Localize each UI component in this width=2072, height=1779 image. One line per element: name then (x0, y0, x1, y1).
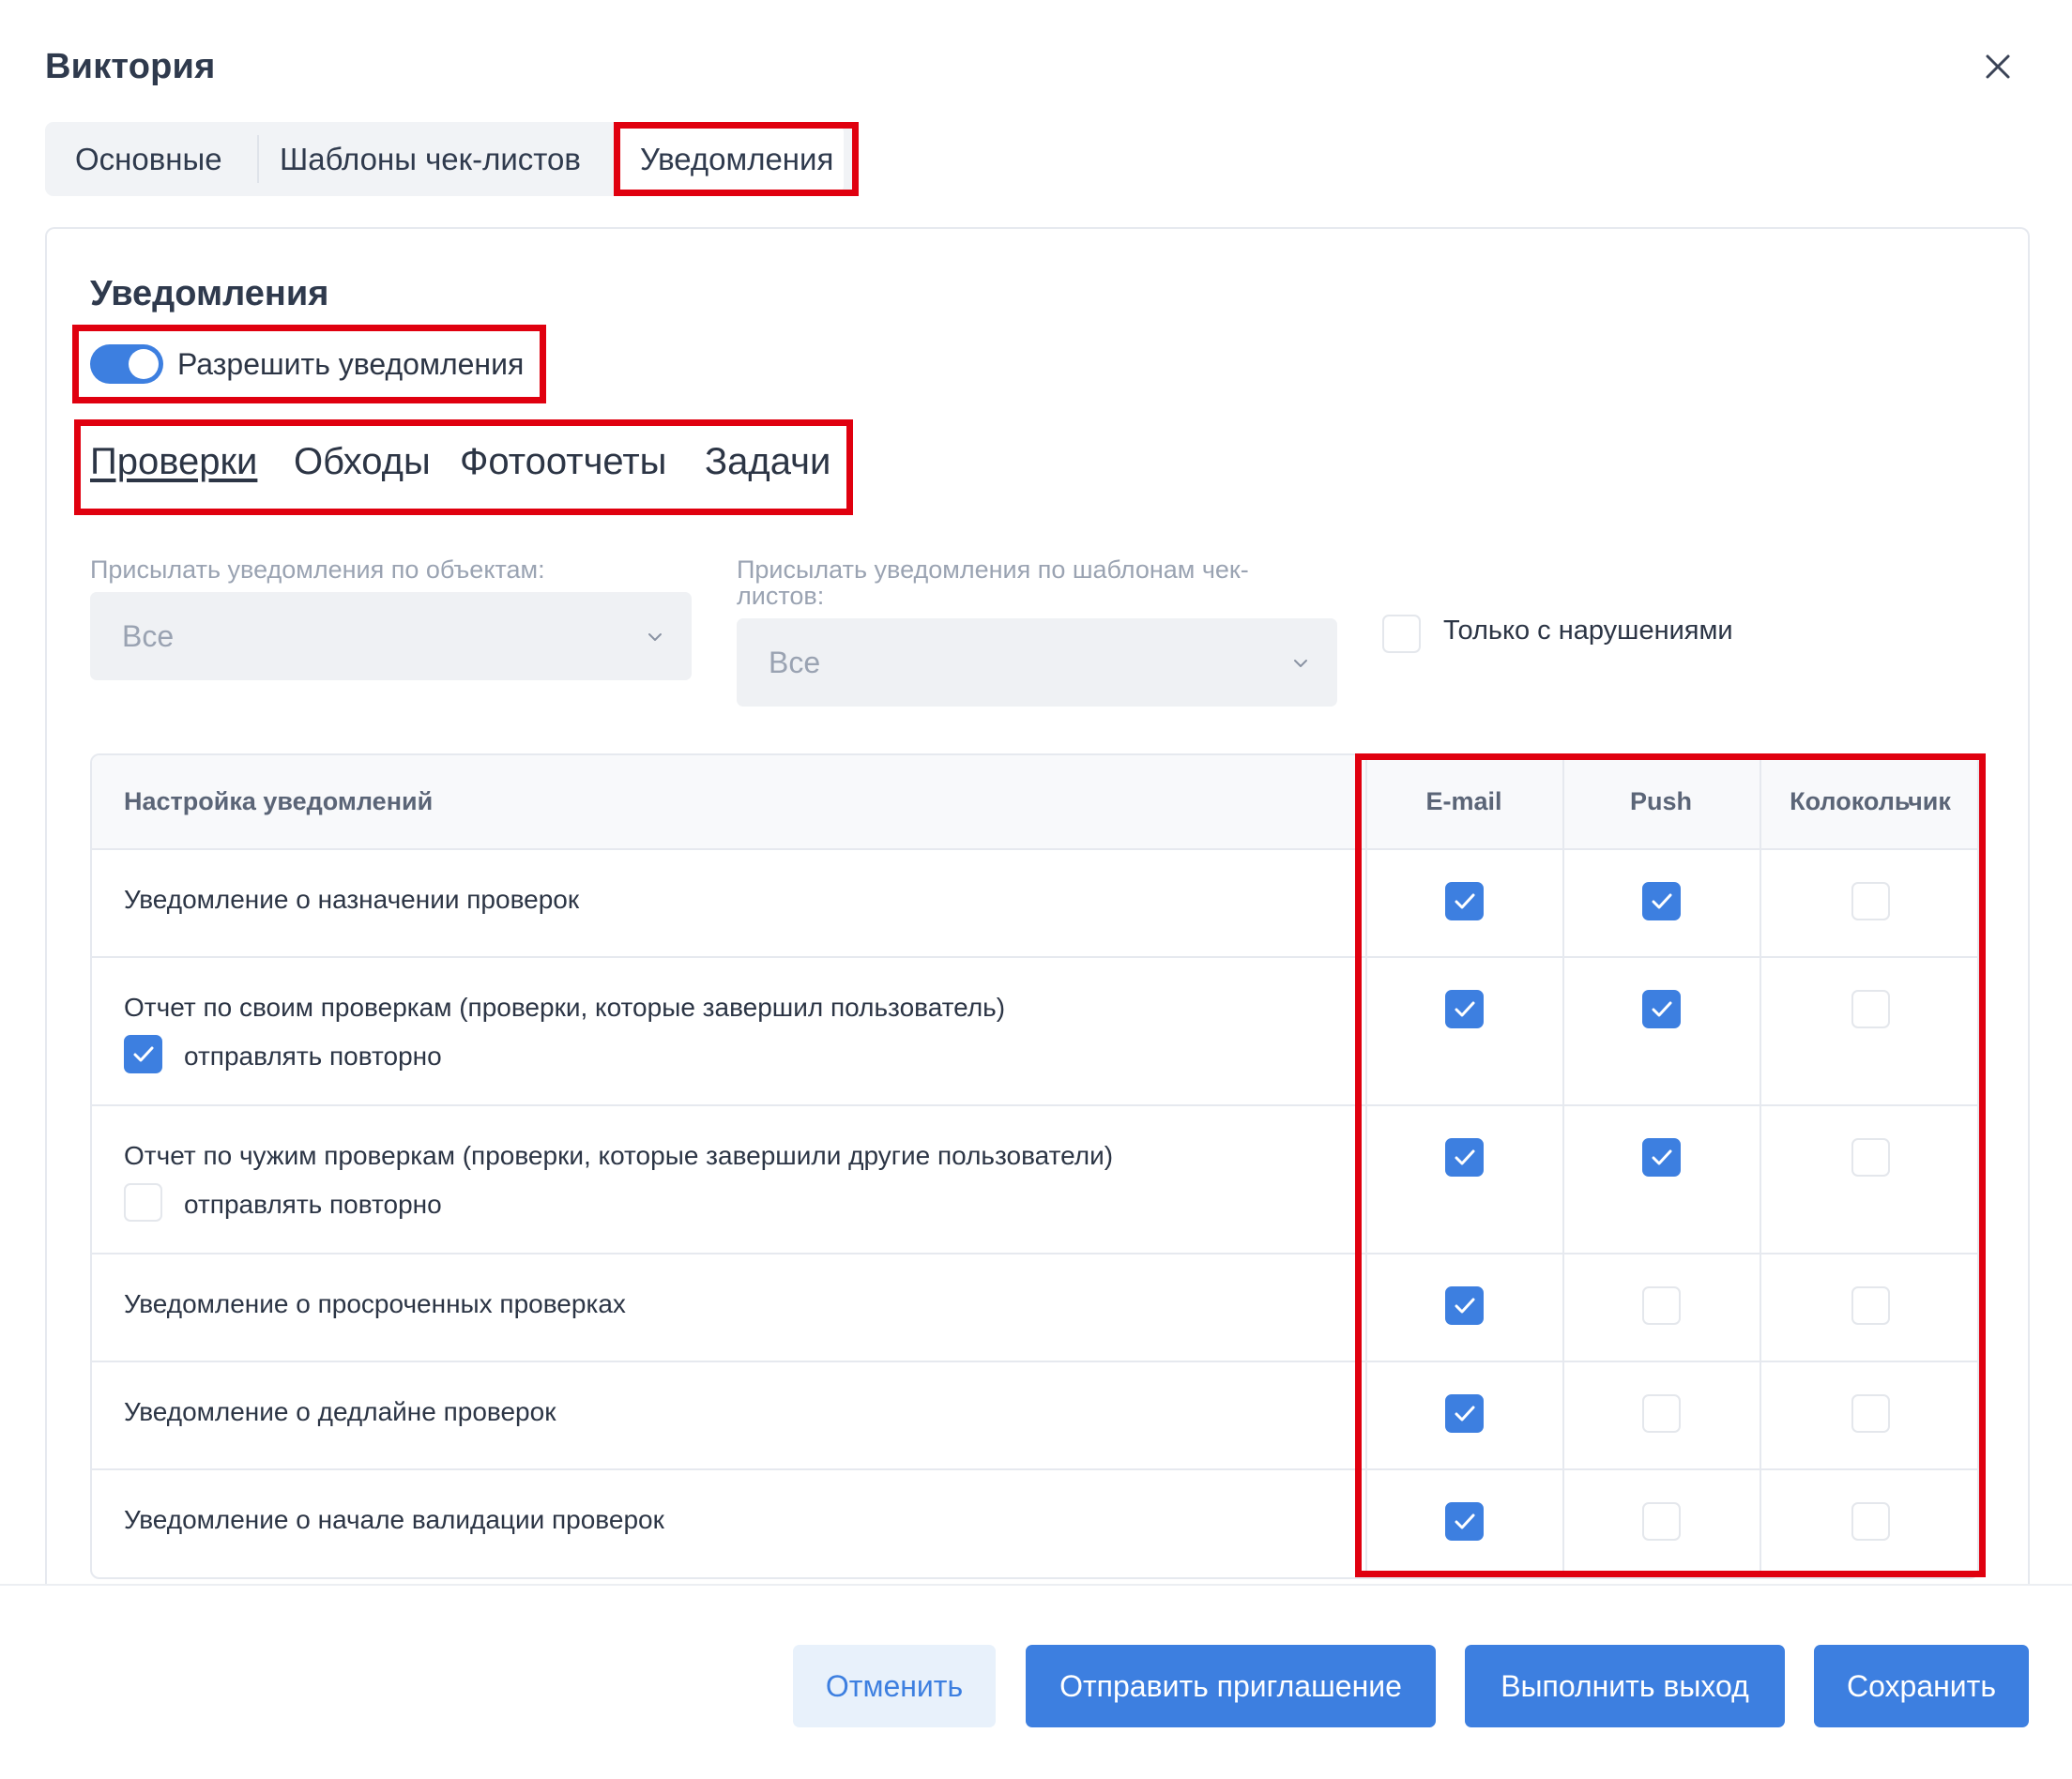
section-title: Уведомления (90, 274, 329, 313)
logout-button[interactable]: Выполнить выход (1465, 1645, 1785, 1727)
tab-bar: Основные Шаблоны чек-листов Уведомления (45, 122, 855, 196)
check-icon (1652, 1149, 1672, 1165)
templates-filter-label: Присылать уведомления по шаблонам чек- (737, 555, 1249, 584)
only-violations-checkbox[interactable] (1382, 615, 1421, 653)
close-button[interactable] (1976, 45, 2019, 88)
send-invitation-button[interactable]: Отправить приглашение (1026, 1645, 1436, 1727)
header-setting: Настройка уведомлений (124, 787, 434, 815)
row-label: Уведомление о назначении проверок (124, 885, 580, 914)
subtab-checks[interactable]: Проверки (90, 441, 257, 483)
header-bell: Колокольчик (1790, 787, 1951, 815)
templates-filter-label-continued: листов: (737, 582, 825, 610)
allow-notifications-label: Разрешить уведомления (177, 347, 525, 381)
push-checkbox[interactable] (1642, 990, 1681, 1028)
chevron-down-icon (648, 633, 662, 641)
notifications-table: Настройка уведомлений E-mail Push Колоко… (90, 753, 1979, 1579)
bell-checkbox[interactable] (1851, 1138, 1890, 1177)
column-divider (1760, 755, 1761, 1577)
row-label: Уведомление о начале валидации проверок (124, 1505, 664, 1534)
check-icon (1455, 1406, 1475, 1422)
header-push: Push (1629, 787, 1692, 815)
objects-filter-label: Присылать уведомления по объектам: (90, 555, 545, 584)
check-icon (1455, 1298, 1475, 1314)
bell-checkbox[interactable] (1851, 1394, 1890, 1433)
save-button[interactable]: Сохранить (1814, 1645, 2029, 1727)
push-checkbox[interactable] (1642, 1502, 1681, 1541)
row-divider (92, 848, 1977, 850)
check-icon (1455, 1001, 1475, 1017)
column-divider (1365, 755, 1367, 1577)
bell-checkbox[interactable] (1851, 882, 1890, 920)
allow-notifications-toggle[interactable] (90, 344, 163, 384)
dialog-title: Виктория (45, 47, 216, 86)
bell-checkbox[interactable] (1851, 1286, 1890, 1325)
only-violations-label: Только с нарушениями (1443, 616, 1733, 646)
email-checkbox[interactable] (1445, 990, 1484, 1028)
objects-select-value: Все (122, 619, 175, 653)
bell-checkbox[interactable] (1851, 990, 1890, 1028)
row-divider (92, 956, 1977, 958)
bell-checkbox[interactable] (1851, 1502, 1890, 1541)
email-checkbox[interactable] (1445, 1394, 1484, 1433)
tab-templates[interactable]: Шаблоны чек-листов (280, 122, 581, 196)
resend-label: отправлять повторно (184, 1190, 442, 1219)
push-checkbox[interactable] (1642, 1394, 1681, 1433)
close-icon (1986, 54, 2010, 79)
chevron-down-icon (1294, 660, 1307, 667)
footer-divider (0, 1584, 2072, 1586)
row-divider (92, 1361, 1977, 1362)
cancel-button[interactable]: Отменить (793, 1645, 996, 1727)
email-checkbox[interactable] (1445, 882, 1484, 920)
check-icon (1652, 1001, 1672, 1017)
templates-select[interactable]: Все (737, 618, 1337, 707)
row-divider (92, 1104, 1977, 1106)
subtab-photo-reports[interactable]: Фотоотчеты (460, 441, 666, 483)
email-checkbox[interactable] (1445, 1286, 1484, 1325)
push-checkbox[interactable] (1642, 1286, 1681, 1325)
row-divider (92, 1468, 1977, 1470)
header-email: E-mail (1425, 787, 1502, 815)
tab-main[interactable]: Основные (75, 122, 222, 196)
email-checkbox[interactable] (1445, 1138, 1484, 1177)
check-icon (1652, 893, 1672, 909)
objects-select[interactable]: Все (90, 592, 692, 680)
resend-label: отправлять повторно (184, 1042, 442, 1071)
push-checkbox[interactable] (1642, 882, 1681, 920)
row-label: Отчет по своим проверкам (проверки, кото… (124, 993, 1006, 1022)
push-checkbox[interactable] (1642, 1138, 1681, 1177)
toggle-knob (129, 349, 159, 379)
templates-select-value: Все (769, 646, 821, 679)
subtab-tasks[interactable]: Задачи (705, 441, 830, 483)
resend-checkbox[interactable] (124, 1183, 162, 1222)
row-label: Отчет по чужим проверкам (проверки, кото… (124, 1141, 1114, 1170)
row-divider (92, 1253, 1977, 1254)
tab-notifications[interactable]: Уведомления (640, 122, 833, 196)
row-label: Уведомление о просроченных проверках (124, 1289, 626, 1318)
email-checkbox[interactable] (1445, 1502, 1484, 1541)
row-label: Уведомление о дедлайне проверок (124, 1397, 556, 1426)
column-divider (1562, 755, 1564, 1577)
subtab-rounds[interactable]: Обходы (294, 441, 431, 483)
check-icon (133, 1046, 154, 1062)
check-icon (1455, 893, 1475, 909)
check-icon (1455, 1149, 1475, 1165)
check-icon (1455, 1513, 1475, 1529)
tab-separator (257, 135, 259, 183)
resend-checkbox[interactable] (124, 1035, 162, 1073)
